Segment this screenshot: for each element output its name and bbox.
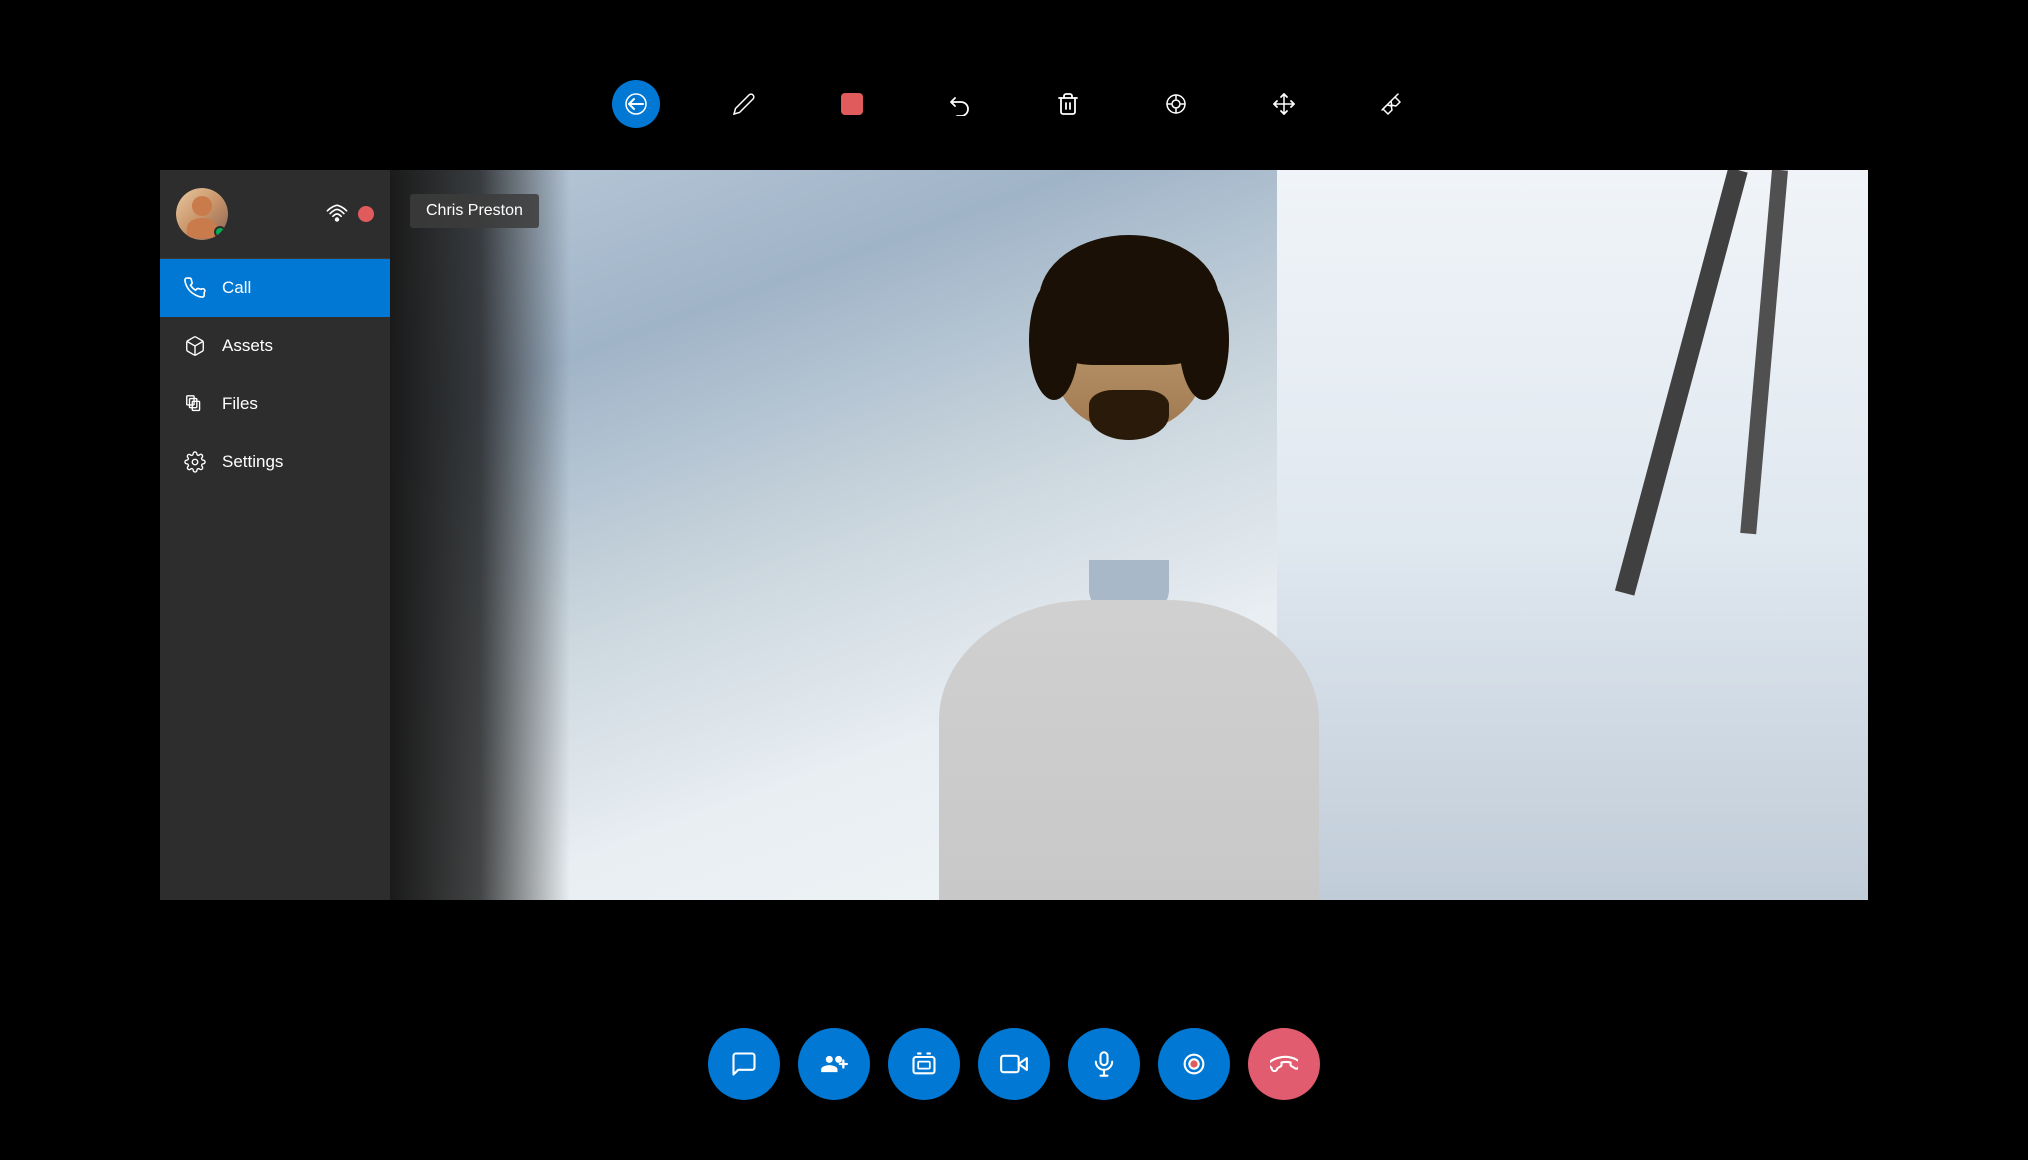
nav-files-label: Files [222, 394, 258, 414]
nav-item-files[interactable]: Files [160, 375, 390, 433]
end-call-button[interactable] [1248, 1028, 1320, 1100]
toolbar [612, 80, 1416, 128]
sidebar-header [160, 170, 390, 259]
caller-name: Chris Preston [426, 202, 523, 219]
sidebar: Call Assets Files Settings [160, 170, 390, 900]
nav-call-label: Call [222, 278, 251, 298]
online-indicator [214, 226, 226, 238]
person-hair-left [1029, 280, 1079, 400]
target-button[interactable] [1152, 80, 1200, 128]
pen-button[interactable] [720, 80, 768, 128]
back-button[interactable] [612, 80, 660, 128]
record-indicator [358, 206, 374, 222]
avatar [176, 188, 228, 240]
color-button[interactable] [828, 80, 876, 128]
caller-name-tag: Chris Preston [410, 194, 539, 228]
video-area: Chris Preston [390, 170, 1868, 900]
person-hair-right [1179, 280, 1229, 400]
microphone-button[interactable] [1068, 1028, 1140, 1100]
nav-assets-label: Assets [222, 336, 273, 356]
record-button[interactable] [1158, 1028, 1230, 1100]
nav-item-call[interactable]: Call [160, 259, 390, 317]
move-button[interactable] [1260, 80, 1308, 128]
delete-button[interactable] [1044, 80, 1092, 128]
nav-item-settings[interactable]: Settings [160, 433, 390, 491]
undo-button[interactable] [936, 80, 984, 128]
sidebar-status-icons [326, 203, 374, 225]
person-beard [1089, 390, 1169, 440]
main-container: Call Assets Files Settings [160, 170, 1868, 900]
video-person [829, 170, 1429, 900]
wifi-icon [326, 203, 348, 225]
pin-button[interactable] [1368, 80, 1416, 128]
call-controls [708, 1028, 1320, 1100]
chat-button[interactable] [708, 1028, 780, 1100]
add-person-button[interactable] [798, 1028, 870, 1100]
nav-item-assets[interactable]: Assets [160, 317, 390, 375]
camera-button[interactable] [978, 1028, 1050, 1100]
video-left-shadow [390, 170, 570, 900]
screenshot-button[interactable] [888, 1028, 960, 1100]
video-background: Chris Preston [390, 170, 1868, 900]
nav-settings-label: Settings [222, 452, 283, 472]
person-body [939, 600, 1319, 900]
